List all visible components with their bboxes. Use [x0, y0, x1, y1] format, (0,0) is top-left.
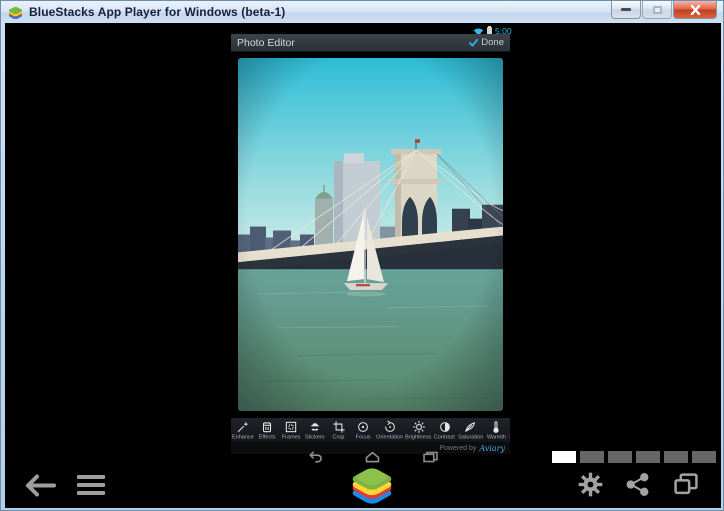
emulator-screen: 5:00 Photo Editor Done — [5, 23, 721, 508]
tool-label: Focus — [355, 434, 370, 441]
android-recents-icon[interactable] — [422, 451, 439, 463]
photo-canvas[interactable] — [238, 58, 503, 411]
photo-editor-header: Photo Editor Done — [231, 34, 510, 52]
tool-enhance[interactable]: Enhance — [231, 420, 255, 442]
tool-label: Contrast — [434, 434, 455, 441]
share-icon — [628, 474, 648, 495]
editor-toolbar: Enhance Effects Frames — [231, 417, 510, 442]
menu-bar — [77, 483, 105, 487]
tool-label: Brightness — [405, 434, 431, 441]
settings-button[interactable] — [577, 471, 604, 498]
powered-by-text: Powered by — [439, 445, 476, 452]
minimize-icon — [621, 8, 631, 11]
dock-slot[interactable] — [692, 451, 716, 463]
tool-label: Effects — [259, 434, 276, 441]
tool-effects[interactable]: Effects — [255, 420, 279, 442]
contrast-icon — [438, 420, 452, 434]
magic-wand-icon — [236, 420, 250, 434]
bluestacks-logo-icon — [8, 6, 23, 19]
done-label: Done — [481, 37, 504, 48]
tool-label: Frames — [282, 434, 301, 441]
crop-icon — [332, 420, 346, 434]
tool-label: Orientation — [376, 434, 403, 441]
gear-icon — [579, 473, 603, 497]
close-button[interactable] — [673, 1, 717, 19]
tool-label: Stickers — [305, 434, 325, 441]
maximize-icon — [653, 6, 662, 14]
dock-slot[interactable] — [580, 451, 604, 463]
bluestacks-home-button[interactable] — [348, 462, 396, 508]
window-title: BlueStacks App Player for Windows (beta-… — [29, 5, 285, 19]
menu-bar — [77, 475, 105, 479]
tool-saturation[interactable]: Saturation — [457, 420, 484, 442]
rotate-icon — [383, 420, 397, 434]
menu-button[interactable] — [77, 475, 105, 495]
tool-brightness[interactable]: Brightness — [404, 420, 432, 442]
effects-jar-icon — [260, 420, 274, 434]
done-button[interactable]: Done — [469, 37, 504, 48]
dock-indicators — [552, 451, 716, 463]
dock-slot[interactable] — [636, 451, 660, 463]
tool-stickers[interactable]: Stickers — [303, 420, 327, 442]
maximize-button[interactable] — [642, 1, 672, 19]
focus-icon — [356, 420, 370, 434]
photo-editor-panel: Photo Editor Done — [231, 34, 510, 454]
window-switch-icon — [676, 475, 697, 493]
dock-slot[interactable] — [664, 451, 688, 463]
bluestacks-window: BlueStacks App Player for Windows (beta-… — [0, 0, 724, 511]
dock-slot[interactable] — [608, 451, 632, 463]
minimize-button[interactable] — [611, 1, 641, 19]
photo-editor-title: Photo Editor — [237, 37, 295, 49]
feather-icon — [463, 420, 477, 434]
android-back-icon[interactable] — [306, 451, 323, 463]
tool-contrast[interactable]: Contrast — [433, 420, 457, 442]
menu-bar — [77, 491, 105, 495]
bridge-photo — [238, 58, 503, 411]
back-button[interactable] — [23, 473, 57, 498]
tool-label: Saturation — [458, 434, 483, 441]
photo-canvas-area — [231, 52, 510, 417]
thermometer-icon — [489, 420, 503, 434]
window-switch-button[interactable] — [672, 472, 700, 497]
tool-focus[interactable]: Focus — [351, 420, 375, 442]
tool-warmth[interactable]: Warmth — [484, 420, 508, 442]
check-icon — [469, 39, 478, 47]
tool-label: Crop — [333, 434, 345, 441]
share-button[interactable] — [625, 472, 650, 497]
frame-icon — [284, 420, 298, 434]
tool-label: Sharpness — [509, 434, 510, 441]
window-titlebar: BlueStacks App Player for Windows (beta-… — [1, 1, 723, 23]
tool-sharpness[interactable]: Sharpness — [508, 420, 510, 442]
sun-icon — [412, 420, 426, 434]
close-icon — [690, 5, 701, 15]
aviary-brand: Aviary — [479, 444, 505, 453]
dock-slot-active[interactable] — [552, 451, 576, 463]
tool-crop[interactable]: Crop — [327, 420, 351, 442]
tool-label: Warmth — [487, 434, 506, 441]
tool-orientation[interactable]: Orientation — [375, 420, 404, 442]
sticker-hat-mustache-icon — [308, 420, 322, 434]
tool-label: Enhance — [232, 434, 254, 441]
tool-frames[interactable]: Frames — [279, 420, 303, 442]
